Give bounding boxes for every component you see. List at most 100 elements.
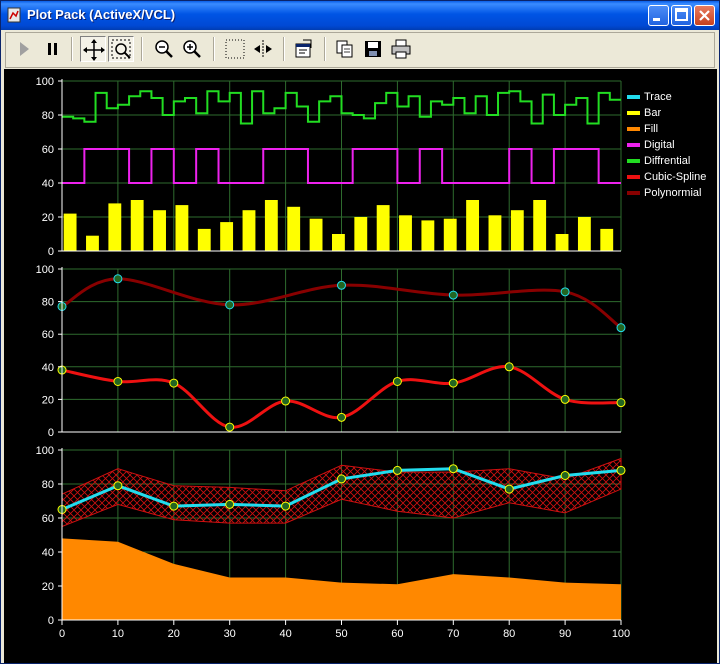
y-tick-label: 20 [42,394,54,406]
legend: Trace Bar Fill Digital Diffrential Cubic-Spli… [627,91,706,199]
bar [510,210,524,251]
y-tick-label: 40 [42,547,54,559]
legend-label: Polynormial [644,187,701,199]
pause-button[interactable] [39,36,65,62]
print-button[interactable] [388,36,414,62]
zoom-out-button[interactable] [151,36,177,62]
cubic-spline-point [337,412,346,422]
grid [62,80,622,620]
cubic-spline-point [560,394,570,404]
toolbar [5,32,715,68]
legend-label: Bar [644,107,661,119]
y-tick-label: 0 [48,615,54,627]
bar [354,217,368,251]
y-tick-label: 80 [42,479,54,491]
bar [577,217,591,251]
trace-point [169,501,179,511]
bar [443,218,457,251]
x-tick-label: 10 [112,628,124,640]
trace-point [281,501,291,511]
x-tick-label: 60 [391,628,403,640]
x-tick-label: 70 [447,628,459,640]
title-bar[interactable]: Plot Pack (ActiveX/VCL) [1,1,719,30]
print-icon [391,39,411,59]
maximize-button[interactable] [671,5,692,26]
cursor-icon [254,40,272,58]
properties-icon [295,39,312,58]
legend-swatch [627,143,640,147]
legend-label: Diffrential [644,155,690,167]
zoom-in-button[interactable] [179,36,205,62]
bar [399,215,412,251]
y-tick-label: 0 [48,427,54,439]
zoom-box-button[interactable] [108,36,134,62]
close-icon [699,10,710,21]
toolbar-separator [141,37,143,61]
polynormial-point [225,300,235,310]
cubic-spline-point [169,378,179,388]
toolbar-separator [283,37,285,61]
legend-label: Digital [644,139,675,151]
app-window: Plot Pack (ActiveX/VCL) 100 80 60 40 20 … [0,0,720,664]
polynormial-point [560,287,570,297]
copy-icon [336,40,353,58]
window-title: Plot Pack (ActiveX/VCL) [27,7,176,22]
bar [264,200,278,251]
y-tick-label: 80 [42,297,54,309]
bar [421,220,435,251]
toolbar-separator [213,37,215,61]
legend-swatch [627,95,640,99]
cursor-button[interactable] [250,36,276,62]
plot-canvas[interactable]: 1008060402001008060402001008060402000 10 2… [4,69,717,663]
minimize-button[interactable] [648,5,669,26]
y-tick-label: 20 [42,581,54,593]
cubic-spline-point [225,422,235,432]
legend-label: Trace [644,91,672,103]
y-tick-label: 20 [42,212,54,224]
save-button[interactable] [360,36,386,62]
bar [130,200,144,251]
x-tick-label: 90 [559,628,571,640]
trace-point [113,481,123,491]
bar [466,200,480,251]
cubic-spline-point [392,376,402,386]
bar [86,235,99,251]
y-tick-label: 60 [42,329,54,341]
x-tick-label: 80 [503,628,515,640]
trace-point [616,465,626,475]
zoom-in-icon [183,40,201,58]
bar [376,205,390,251]
bar [287,206,301,251]
trace-point [560,471,570,480]
y-tick-label: 40 [42,178,54,190]
plot-area[interactable]: 100 80 60 40 20 0 100 80 60 40 20 0 100 80 60 40 20 0 0 10 2… [4,69,717,663]
y-tick-label: 100 [36,76,54,88]
toolbar-separator [71,37,73,61]
y-tick-label: 60 [42,144,54,156]
copy-button[interactable] [332,36,358,62]
bar [108,203,122,251]
bar [488,215,502,251]
legend-label: Fill [644,123,658,135]
bar [242,210,256,251]
bar [309,218,323,251]
maximize-icon [675,8,688,21]
y-tick-label: 100 [36,445,54,457]
select-rect-button[interactable] [222,36,248,62]
save-icon [365,41,381,57]
legend-swatch [627,111,640,115]
x-tick-label: 0 [59,628,65,640]
bar [533,200,547,251]
x-tick-label: 20 [168,628,180,640]
trace-point [392,465,402,475]
y-tick-label: 40 [42,362,54,374]
bar [175,205,189,251]
close-button[interactable] [694,5,715,26]
y-tick-label: 80 [42,110,54,122]
play-icon [20,42,29,56]
pause-icon [48,43,57,55]
x-tick-label: 30 [224,628,236,640]
pan-button[interactable] [80,36,106,62]
properties-button[interactable] [291,36,317,62]
play-button[interactable] [11,36,37,62]
